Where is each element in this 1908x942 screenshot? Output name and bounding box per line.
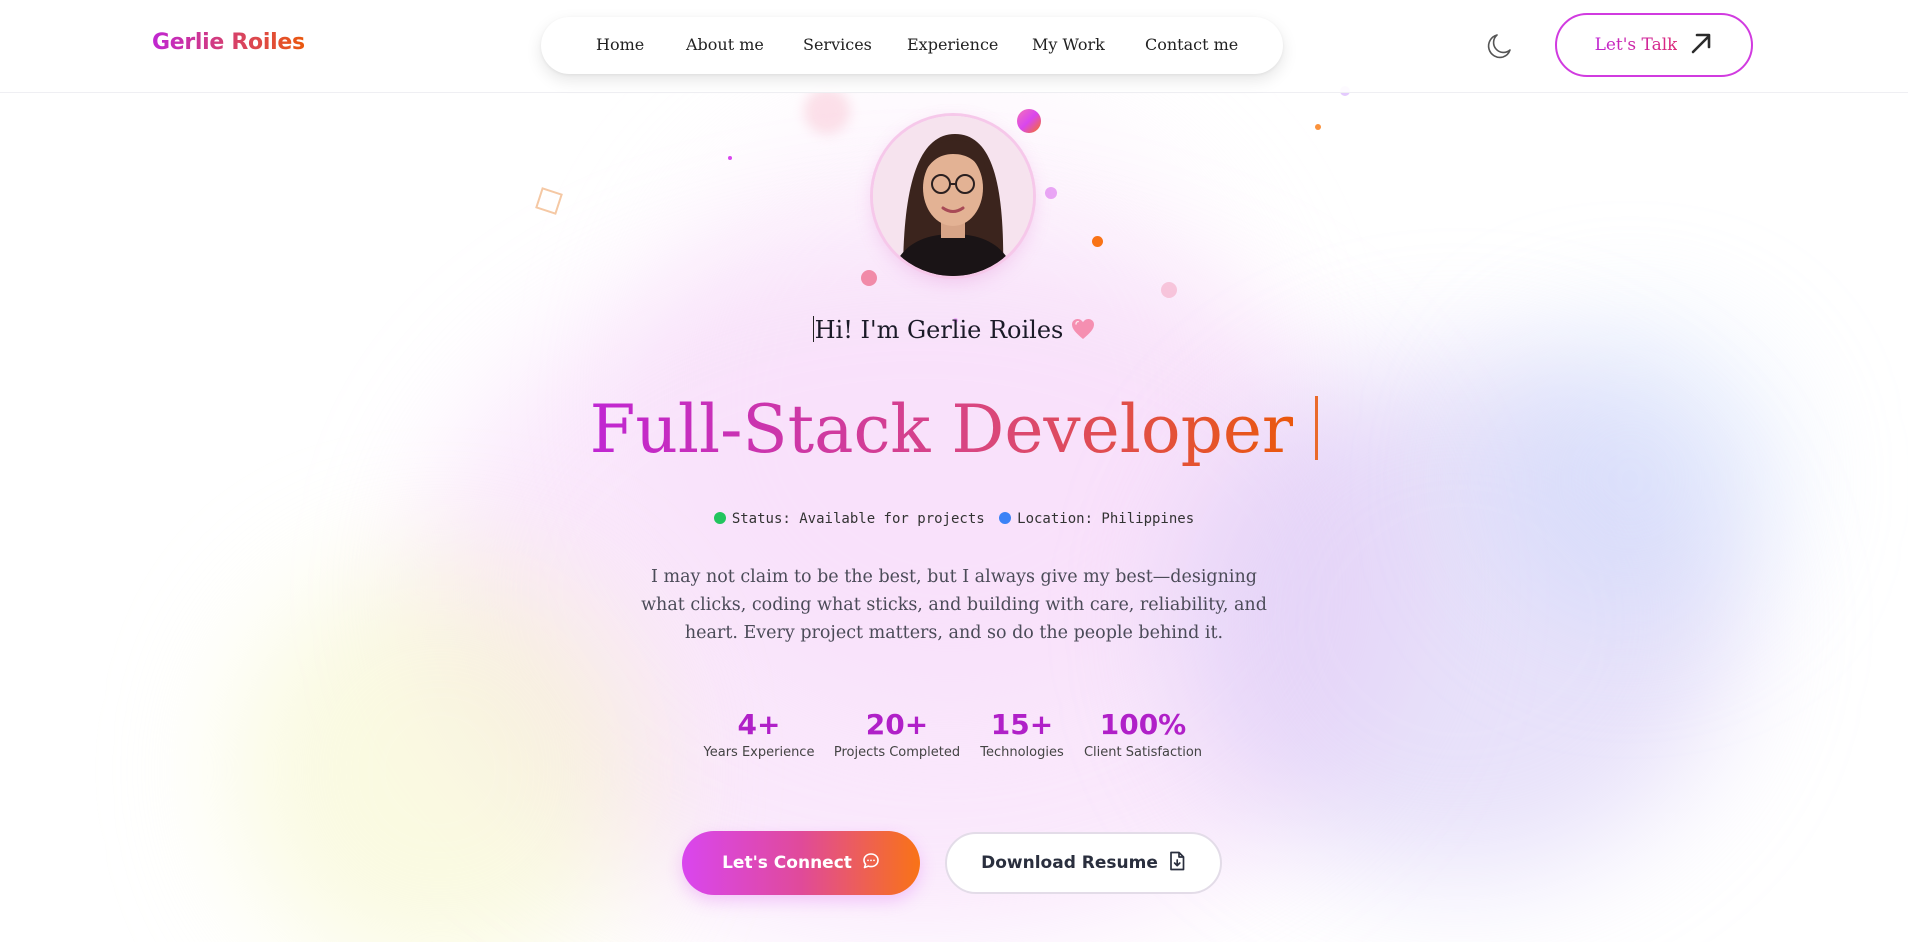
status-dot-green [713,512,726,524]
stat-value: 20+ [865,708,929,741]
site-header: Gerlie Roiles Home About me Services Exp… [0,0,1908,93]
chat-bubble-icon [862,852,880,874]
stat-item: 20+ Projects Completed [830,708,964,760]
nav-item-contact[interactable]: Contact me [1145,35,1238,54]
stat-item: 100% Client Satisfaction [1080,708,1206,760]
nav-item-home[interactable]: Home [596,35,644,54]
document-download-icon [1168,851,1186,875]
heart-icon [1071,318,1095,346]
stat-value: 15+ [990,708,1054,741]
lets-talk-label: Let's Talk [1594,35,1678,55]
hero-bio: I may not claim to be the best, but I al… [641,567,1267,643]
stat-value: 4+ [737,708,781,741]
decor-dot [1092,236,1103,247]
status-line: Status: Available for projects Location:… [0,511,1908,527]
nav-item-services[interactable]: Services [803,35,872,54]
status-dot-blue [999,512,1012,524]
typing-cursor [1315,396,1319,460]
download-resume-label: Download Resume [981,853,1158,873]
decor-square [535,187,563,215]
stat-label: Years Experience [703,745,815,760]
status-availability: Status: Available for projects [731,511,985,527]
stat-item: 4+ Years Experience [700,708,818,760]
stat-value: 100% [1099,708,1187,741]
decor-dot [861,270,877,286]
decor-dot [1017,109,1041,133]
download-resume-button[interactable]: Download Resume [945,832,1222,894]
avatar [873,116,1033,276]
lets-connect-button[interactable]: Let's Connect [682,831,920,895]
main-nav: Home About me Services Experience My Wor… [541,17,1283,74]
decor-dot [1161,282,1177,298]
stat-label: Technologies [980,745,1064,760]
nav-item-experience[interactable]: Experience [907,35,998,54]
nav-item-my-work[interactable]: My Work [1032,35,1105,54]
decor-dot [728,156,732,160]
role-title: Full-Stack Developer [0,388,1908,472]
typing-caret [812,316,814,342]
stat-label: Projects Completed [833,745,961,760]
stat-item: 15+ Technologies [972,708,1072,760]
hero-section: Hi! I'm Gerlie Roiles Full-Stack Develop… [0,0,1908,942]
decor-dot [1315,124,1321,130]
lets-connect-label: Let's Connect [722,853,852,873]
brand-logo[interactable]: Gerlie Roiles [152,30,305,55]
moon-icon[interactable] [1483,30,1515,62]
stats-row: 4+ Years Experience 20+ Projects Complet… [0,708,1908,768]
lets-talk-button[interactable]: Let's Talk [1555,13,1753,77]
greeting-text: Hi! I'm Gerlie Roiles [814,316,1064,344]
role-text: Full-Stack Developer [589,391,1294,468]
decor-dot [804,88,850,134]
arrow-up-right-icon [1689,31,1713,59]
status-location: Location: Philippines [1017,511,1195,527]
stat-label: Client Satisfaction [1083,745,1203,760]
nav-item-about[interactable]: About me [686,35,764,54]
decor-dot [1045,187,1057,199]
hero-greeting: Hi! I'm Gerlie Roiles [0,316,1908,346]
